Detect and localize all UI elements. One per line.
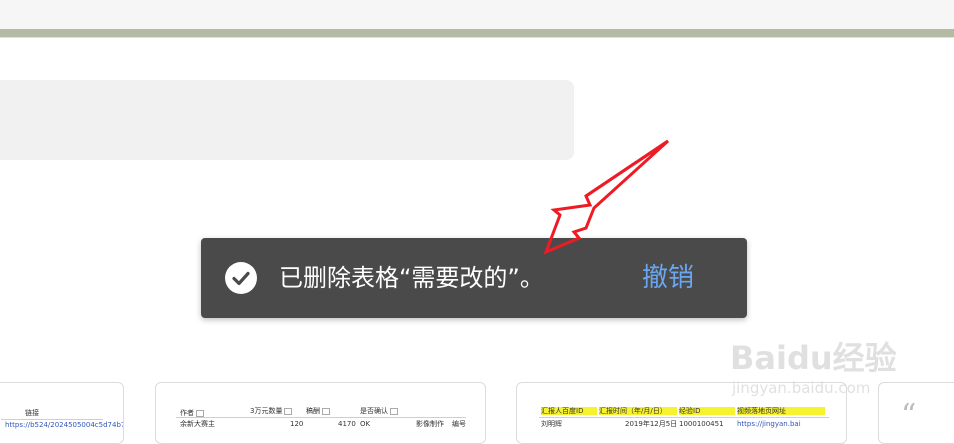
annotation-arrow-icon: [543, 139, 670, 255]
